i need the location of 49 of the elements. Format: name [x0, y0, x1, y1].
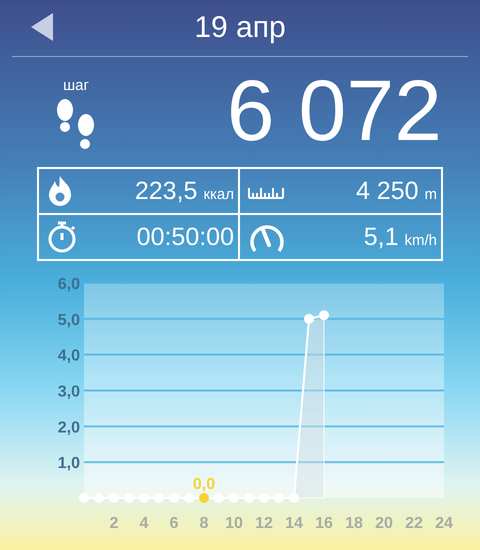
x-axis-label: 8 [200, 515, 208, 532]
data-point[interactable] [94, 493, 104, 503]
data-point[interactable] [319, 310, 329, 320]
date-title: 19 апр [194, 11, 286, 45]
data-point[interactable] [229, 493, 239, 503]
data-point[interactable] [274, 493, 284, 503]
stat-value: 00:50:00 [136, 222, 234, 252]
stopwatch-icon [47, 221, 77, 253]
point-value-label: 0,0 [192, 476, 216, 493]
y-axis-label: 1,0 [58, 455, 80, 472]
data-point[interactable] [154, 493, 164, 503]
y-axis-label: 3,0 [58, 384, 80, 400]
stat-unit: m [424, 186, 437, 202]
step-count: 6 072 [226, 68, 442, 154]
y-axis-label: 5,0 [58, 312, 80, 329]
data-point[interactable] [169, 493, 179, 503]
x-axis-label: 22 [405, 515, 423, 532]
stat-unit: ккал [203, 186, 234, 202]
x-axis-label: 6 [170, 515, 178, 532]
data-point[interactable] [244, 493, 254, 503]
stat-value: 5,1 [364, 222, 398, 252]
y-axis-label: 2,0 [58, 419, 80, 436]
x-axis-label: 12 [255, 515, 273, 532]
flame-icon [47, 175, 73, 207]
x-axis-label: 10 [225, 515, 243, 532]
data-point[interactable] [139, 493, 149, 503]
x-axis-label: 18 [345, 515, 363, 532]
x-axis-label: 20 [375, 515, 393, 532]
y-axis-label: 4,0 [58, 348, 80, 365]
stat-value: 4 250 [356, 176, 418, 206]
stat-unit: km/h [404, 232, 437, 248]
x-axis-label: 24 [435, 515, 453, 532]
data-point[interactable] [214, 493, 224, 503]
x-axis-label: 2 [110, 515, 118, 532]
back-icon[interactable] [31, 13, 53, 41]
data-point[interactable] [289, 493, 299, 503]
data-point[interactable] [109, 493, 119, 503]
stat-value: 223,5 [134, 176, 198, 206]
x-axis-label: 14 [285, 515, 303, 532]
data-point[interactable] [304, 314, 314, 324]
steps-label: шаг [63, 76, 89, 94]
data-point[interactable] [184, 493, 194, 503]
selected-point[interactable] [199, 493, 209, 503]
data-point[interactable] [79, 493, 89, 503]
x-axis-label: 4 [140, 515, 148, 532]
x-axis-label: 16 [315, 515, 333, 532]
data-point[interactable] [124, 493, 134, 503]
data-point[interactable] [259, 493, 269, 503]
y-axis-label: 6,0 [58, 276, 80, 293]
